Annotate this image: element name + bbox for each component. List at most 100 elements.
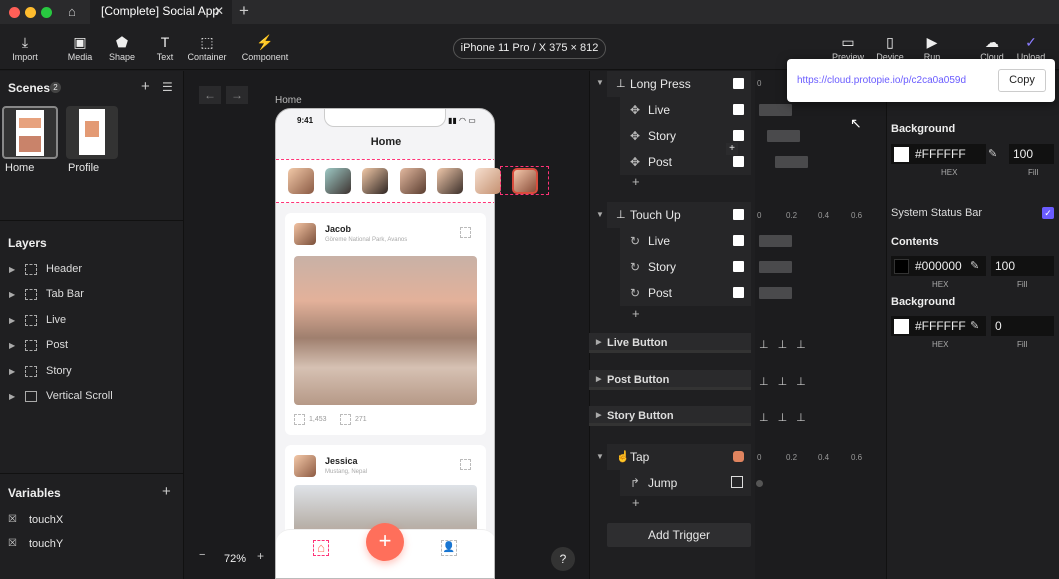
share-url[interactable]: https://cloud.protopie.io/p/c2ca0a059d [797, 75, 966, 86]
layer-tab-bar[interactable]: ▶ Tab Bar [0, 282, 184, 307]
add-response-icon[interactable]: + [632, 306, 640, 321]
story-avatar[interactable] [362, 168, 388, 194]
response-swatch[interactable] [733, 156, 744, 167]
response-swatch[interactable] [733, 104, 744, 115]
add-scene-icon[interactable]: + [141, 78, 150, 95]
comment-icon[interactable] [340, 414, 351, 425]
story-avatar[interactable] [288, 168, 314, 194]
response-row[interactable]: ✥ Live [620, 97, 751, 123]
layer-story[interactable]: ▶ Story [0, 359, 184, 384]
response-row[interactable]: ↻ Post [620, 280, 751, 306]
scene-icon[interactable] [731, 476, 743, 488]
story-avatar[interactable] [325, 168, 351, 194]
trigger-color-swatch[interactable] [733, 78, 744, 89]
variable-touchy[interactable]: touchY [29, 538, 63, 550]
home-tab-icon[interactable]: ⌂ [313, 540, 329, 556]
close-window-button[interactable] [9, 7, 20, 18]
response-swatch[interactable] [733, 130, 744, 141]
scene-name-home[interactable]: Home [5, 162, 34, 174]
response-swatch[interactable] [733, 261, 744, 272]
response-row[interactable]: ↱ Jump [620, 470, 751, 496]
background-hex-field[interactable]: #FFFFFF [891, 144, 986, 164]
add-response-icon[interactable]: + [632, 495, 640, 510]
home-icon[interactable]: ⌂ [68, 4, 76, 19]
eyedropper-icon[interactable]: ✎ [970, 319, 979, 332]
post-image[interactable] [294, 256, 477, 405]
keyframe-dot[interactable] [756, 480, 763, 487]
layer-header[interactable]: ▶ Header [0, 257, 184, 282]
import-button[interactable]: ⤓ Import [8, 24, 42, 70]
add-response-icon[interactable]: + [726, 143, 738, 155]
trigger-long-press[interactable]: ⊥ Long Press [607, 71, 751, 97]
layer-post[interactable]: ▶ Post [0, 333, 184, 358]
scene-thumb-profile[interactable] [66, 106, 118, 159]
story-avatar[interactable] [437, 168, 463, 194]
group-live-button[interactable]: ▶ Live Button [589, 333, 751, 353]
trigger-color-swatch[interactable] [733, 209, 744, 220]
expand-arrow-icon[interactable]: ▶ [596, 406, 601, 426]
expand-arrow-icon[interactable]: ▶ [9, 359, 15, 384]
contents-fill-field[interactable]: 100 [991, 256, 1054, 276]
layer-vertical-scroll[interactable]: ▶ Vertical Scroll [0, 384, 184, 409]
expand-arrow-icon[interactable]: ▶ [596, 370, 601, 390]
like-icon[interactable] [294, 414, 305, 425]
expand-arrow-icon[interactable]: ▶ [9, 257, 15, 282]
text-button[interactable]: T Text [150, 24, 180, 70]
timeline-bar[interactable] [759, 235, 792, 247]
group-post-button[interactable]: ▶ Post Button [589, 370, 751, 390]
response-row[interactable]: ↻ Story [620, 254, 751, 280]
zoom-in-icon[interactable]: + [257, 549, 264, 563]
story-avatar[interactable] [475, 168, 501, 194]
forward-arrow-icon[interactable]: → [226, 86, 248, 104]
add-post-button[interactable]: + [366, 523, 404, 561]
expand-arrow-icon[interactable]: ▶ [9, 308, 15, 333]
expand-arrow-icon[interactable]: ▶ [9, 333, 15, 358]
timeline-bar[interactable] [775, 156, 808, 168]
trigger-touch-up[interactable]: ⊥ Touch Up [607, 202, 751, 228]
add-trigger-button[interactable]: Add Trigger [607, 523, 751, 547]
close-tab-icon[interactable]: ✕ [214, 0, 224, 22]
expand-arrow-icon[interactable]: ▶ [9, 384, 15, 409]
scene-name-profile[interactable]: Profile [68, 162, 99, 174]
zoom-out-icon[interactable]: − [199, 549, 205, 561]
background-fill-field[interactable]: 100 [1009, 144, 1054, 164]
help-button[interactable]: ? [551, 547, 575, 571]
scene-thumb-home[interactable] [2, 106, 58, 159]
timeline-bar[interactable] [759, 287, 792, 299]
target-layer-icon[interactable] [733, 451, 744, 462]
color-swatch[interactable] [894, 147, 909, 162]
response-swatch[interactable] [733, 287, 744, 298]
zoom-level[interactable]: 72% [224, 553, 246, 565]
response-swatch[interactable] [733, 235, 744, 246]
profile-tab-icon[interactable]: 👤 [441, 540, 457, 556]
container-button[interactable]: ⬚ Container [186, 24, 228, 70]
component-button[interactable]: ⚡ Component [241, 24, 289, 70]
expand-arrow-icon[interactable]: ▶ [9, 282, 15, 307]
new-tab-icon[interactable]: + [239, 1, 249, 21]
bookmark-icon[interactable] [460, 459, 471, 470]
group-story-button[interactable]: ▶ Story Button [589, 406, 751, 426]
back-arrow-icon[interactable]: ← [199, 86, 221, 104]
color-swatch[interactable] [894, 259, 909, 274]
timeline-bar[interactable] [759, 261, 792, 273]
collapse-arrow-icon[interactable]: ▼ [596, 210, 604, 219]
eyedropper-icon[interactable]: ✎ [970, 259, 979, 272]
shape-button[interactable]: ⬟ Shape [106, 24, 138, 70]
scene-list-icon[interactable]: ☰ [162, 80, 173, 94]
eyedropper-icon[interactable]: ✎ [988, 147, 997, 160]
collapse-arrow-icon[interactable]: ▼ [596, 78, 604, 87]
trigger-tap[interactable]: ☝ Tap [607, 444, 751, 470]
minimize-window-button[interactable] [25, 7, 36, 18]
status-bar-checkbox[interactable]: ✓ [1042, 207, 1054, 219]
timeline-area[interactable] [755, 71, 886, 579]
story-avatar[interactable] [400, 168, 426, 194]
collapse-arrow-icon[interactable]: ▼ [596, 452, 604, 461]
timeline-bar[interactable] [767, 130, 800, 142]
layer-live[interactable]: ▶ Live [0, 308, 184, 333]
background2-fill-field[interactable]: 0 [991, 316, 1054, 336]
expand-arrow-icon[interactable]: ▶ [596, 333, 601, 353]
document-tab[interactable]: [Complete] Social App ✕ [90, 0, 232, 24]
media-button[interactable]: ▣ Media [64, 24, 96, 70]
add-variable-icon[interactable]: + [162, 483, 171, 500]
maximize-window-button[interactable] [41, 7, 52, 18]
